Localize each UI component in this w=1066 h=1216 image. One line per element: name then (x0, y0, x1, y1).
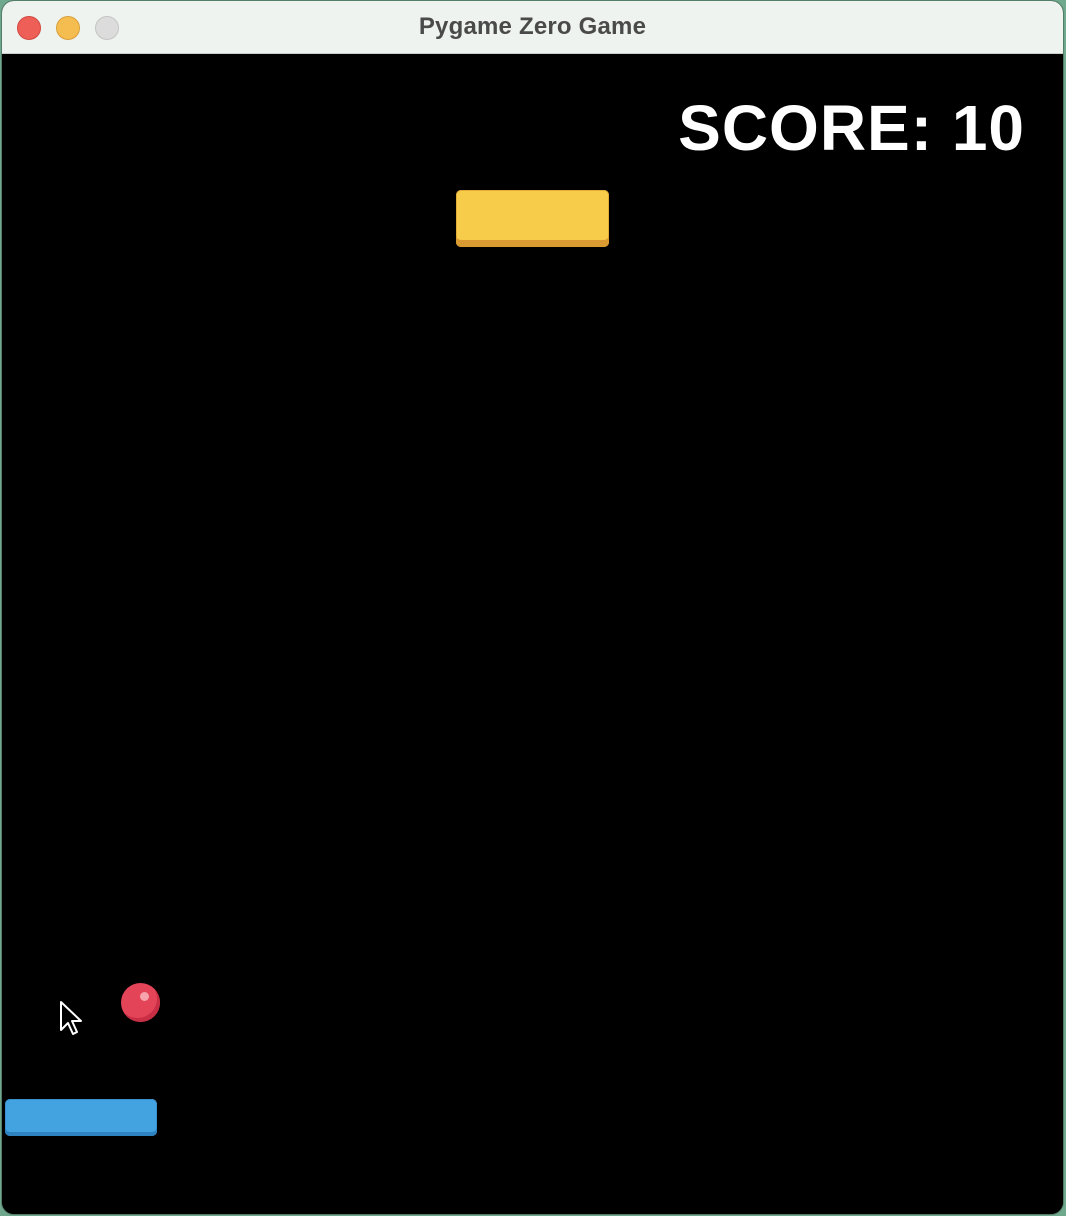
ball (121, 983, 160, 1022)
mouse-cursor-icon (60, 1001, 82, 1035)
game-canvas[interactable]: SCORE: 10 (2, 54, 1063, 1214)
score-label: SCORE: 10 (678, 92, 1025, 164)
game-window: Pygame Zero Game SCORE: 10 (2, 1, 1063, 1214)
target-block (456, 190, 609, 247)
title-bar: Pygame Zero Game (2, 1, 1063, 54)
paddle[interactable] (5, 1099, 157, 1136)
window-title: Pygame Zero Game (418, 13, 647, 40)
